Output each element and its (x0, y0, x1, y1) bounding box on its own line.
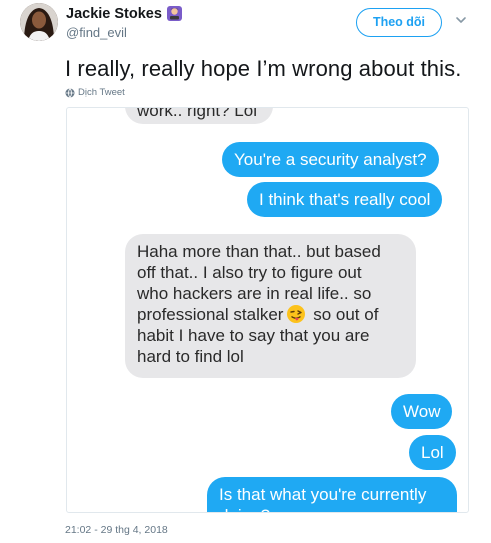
message-sent: Wow (391, 394, 453, 429)
author-display-name[interactable]: Jackie Stokes (66, 6, 162, 22)
message-line: hard to find lol (137, 347, 244, 366)
translate-tweet-link[interactable]: Dịch Tweet (65, 87, 125, 98)
woman-technologist-emoji-icon (166, 6, 182, 21)
tweet-timestamp[interactable]: 21:02 - 29 thg 4, 2018 (65, 524, 168, 536)
message-sent: I think that's really cool (247, 182, 443, 217)
message-sent: Is that what you're currently doing? (207, 477, 457, 512)
translate-tweet-label: Dịch Tweet (78, 87, 125, 98)
profile-photo-icon (20, 3, 58, 41)
message-sent: Lol (409, 435, 456, 470)
tweet-text: I really, really hope I’m wrong about th… (65, 56, 462, 81)
message-line: habit I have to say that you are (137, 326, 370, 345)
message-received: work.. right? Lol (125, 108, 273, 124)
chevron-down-icon[interactable] (454, 13, 468, 27)
message-sent: You're a security analyst? (222, 142, 439, 177)
message-line: Haha more than that.. but based (137, 242, 381, 261)
message-line-with-emoji: professional stalker so out of (137, 304, 404, 325)
globe-icon (65, 87, 75, 98)
tweet-media-image[interactable]: work.. right? Lol You're a security anal… (66, 107, 469, 513)
message-line: who hackers are in real life.. so (137, 284, 372, 303)
message-line: doing? (219, 505, 445, 512)
message-line: off that.. I also try to figure out (137, 263, 362, 282)
message-line: Is that what you're currently (219, 485, 427, 504)
author-avatar[interactable] (20, 3, 58, 41)
message-received: Haha more than that.. but based off that… (125, 234, 416, 378)
message-line-part: professional stalker (137, 305, 284, 324)
follow-button[interactable]: Theo dõi (356, 8, 442, 37)
winking-face-tongue-emoji-icon (287, 305, 306, 323)
message-line-part: so out of (313, 305, 379, 324)
author-handle[interactable]: @find_evil (66, 25, 183, 40)
